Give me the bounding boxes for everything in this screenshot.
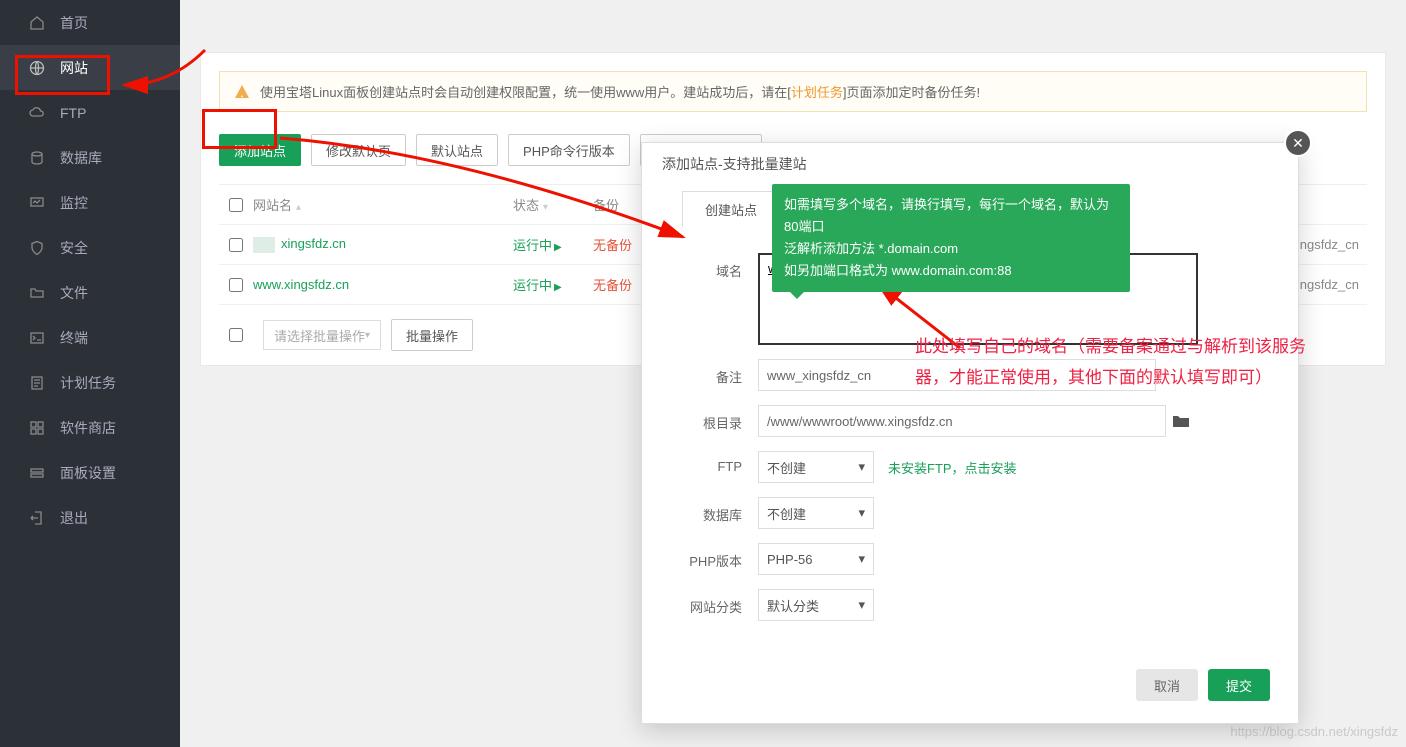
warning-icon	[234, 84, 250, 100]
chevron-down-icon: ▾	[858, 597, 865, 613]
sidebar-item-settings[interactable]: 面板设置	[0, 450, 180, 495]
sidebar-label: 软件商店	[60, 418, 116, 438]
folder-icon	[28, 284, 46, 302]
notice-text: 使用宝塔Linux面板创建站点时会自动创建权限配置，统一使用www用户。建站成功…	[260, 82, 980, 101]
close-icon: ✕	[1292, 135, 1304, 152]
grid-icon	[28, 419, 46, 437]
watermark: https://blog.csdn.net/xingsfdz	[1230, 724, 1398, 739]
add-site-button[interactable]: 添加站点	[219, 134, 301, 166]
sidebar-item-monitor[interactable]: 监控	[0, 180, 180, 225]
sidebar-label: 网站	[60, 58, 88, 78]
root-input[interactable]	[758, 405, 1166, 437]
sidebar-label: FTP	[60, 105, 86, 121]
label-category: 网站分类	[682, 589, 758, 616]
domain-tooltip: 如需填写多个域名，请换行填写，每行一个域名，默认为80端口 泛解析添加方法 *.…	[772, 184, 1130, 292]
label-ftp: FTP	[682, 451, 758, 474]
terminal-icon	[28, 329, 46, 347]
label-root: 根目录	[682, 405, 758, 432]
edit-default-button[interactable]: 修改默认页	[311, 134, 406, 166]
home-icon	[28, 14, 46, 32]
ftp-hint[interactable]: 未安装FTP，点击安装	[888, 458, 1017, 477]
sidebar-item-home[interactable]: 首页	[0, 0, 180, 45]
chevron-down-icon: ▾	[858, 505, 865, 521]
php-select[interactable]: PHP-56▾	[758, 543, 874, 575]
php-cli-button[interactable]: PHP命令行版本	[508, 134, 630, 166]
col-status[interactable]: 状态▾	[513, 195, 593, 214]
shield-icon	[28, 239, 46, 257]
sort-icon: ▾	[543, 202, 548, 213]
row-checkbox[interactable]	[229, 238, 243, 252]
cloud-icon	[28, 104, 46, 122]
chevron-down-icon: ▾	[858, 459, 865, 475]
submit-button[interactable]: 提交	[1208, 669, 1270, 701]
sidebar-label: 退出	[60, 508, 88, 528]
db-select[interactable]: 不创建▾	[758, 497, 874, 529]
sidebar-item-store[interactable]: 软件商店	[0, 405, 180, 450]
site-link[interactable]: xingsfdz.cn	[253, 236, 513, 253]
sidebar-item-db[interactable]: 数据库	[0, 135, 180, 180]
sidebar-label: 安全	[60, 238, 88, 258]
label-note: 备注	[682, 359, 758, 386]
database-icon	[28, 149, 46, 167]
sidebar-item-files[interactable]: 文件	[0, 270, 180, 315]
close-button[interactable]: ✕	[1284, 129, 1312, 157]
row-checkbox[interactable]	[229, 278, 243, 292]
site-status[interactable]: 运行中▶	[513, 275, 593, 294]
modal-title: 添加站点-支持批量建站	[642, 143, 1298, 185]
sidebar-item-site[interactable]: 网站	[0, 45, 180, 90]
folder-browse-icon[interactable]	[1172, 413, 1190, 429]
category-select[interactable]: 默认分类▾	[758, 589, 874, 621]
sidebar-label: 监控	[60, 193, 88, 213]
chevron-down-icon: ▾	[858, 551, 865, 567]
monitor-icon	[28, 194, 46, 212]
chevron-down-icon: ▾	[365, 330, 370, 341]
play-icon: ▶	[554, 242, 562, 253]
sidebar-label: 文件	[60, 283, 88, 303]
sidebar-item-cron[interactable]: 计划任务	[0, 360, 180, 405]
play-icon: ▶	[554, 282, 562, 293]
sidebar-label: 数据库	[60, 148, 102, 168]
note-input[interactable]	[758, 359, 1156, 391]
sidebar-label: 首页	[60, 13, 88, 33]
modal-footer: 取消 提交	[642, 655, 1298, 723]
breadcrumb	[200, 0, 1386, 12]
select-all-checkbox[interactable]	[229, 198, 243, 212]
col-name[interactable]: 网站名▴	[253, 195, 513, 214]
task-icon	[28, 374, 46, 392]
notice-banner: 使用宝塔Linux面板创建站点时会自动创建权限配置，统一使用www用户。建站成功…	[219, 71, 1367, 112]
sidebar-item-ftp[interactable]: FTP	[0, 90, 180, 135]
sort-icon: ▴	[296, 202, 301, 213]
cancel-button[interactable]: 取消	[1136, 669, 1198, 701]
label-php: PHP版本	[682, 543, 758, 570]
sidebar: 首页 网站 FTP 数据库 监控 安全 文件 终端 计划任务 软件商店 面板设置	[0, 0, 180, 747]
label-domain: 域名	[682, 253, 758, 280]
sidebar-label: 面板设置	[60, 463, 116, 483]
batch-select[interactable]: 请选择批量操作▾	[263, 320, 381, 350]
settings-icon	[28, 464, 46, 482]
tab-create-site[interactable]: 创建站点	[682, 191, 780, 227]
globe-icon	[28, 59, 46, 77]
logout-icon	[28, 509, 46, 527]
site-link[interactable]: www.xingsfdz.cn	[253, 277, 513, 292]
sidebar-item-security[interactable]: 安全	[0, 225, 180, 270]
sidebar-item-terminal[interactable]: 终端	[0, 315, 180, 360]
sidebar-item-logout[interactable]: 退出	[0, 495, 180, 540]
batch-checkbox[interactable]	[229, 328, 243, 342]
sidebar-label: 终端	[60, 328, 88, 348]
site-status[interactable]: 运行中▶	[513, 235, 593, 254]
sidebar-label: 计划任务	[60, 373, 116, 393]
label-db: 数据库	[682, 497, 758, 524]
notice-link[interactable]: 计划任务	[791, 85, 843, 100]
default-site-button[interactable]: 默认站点	[416, 134, 498, 166]
batch-action-button[interactable]: 批量操作	[391, 319, 473, 351]
ftp-select[interactable]: 不创建▾	[758, 451, 874, 483]
